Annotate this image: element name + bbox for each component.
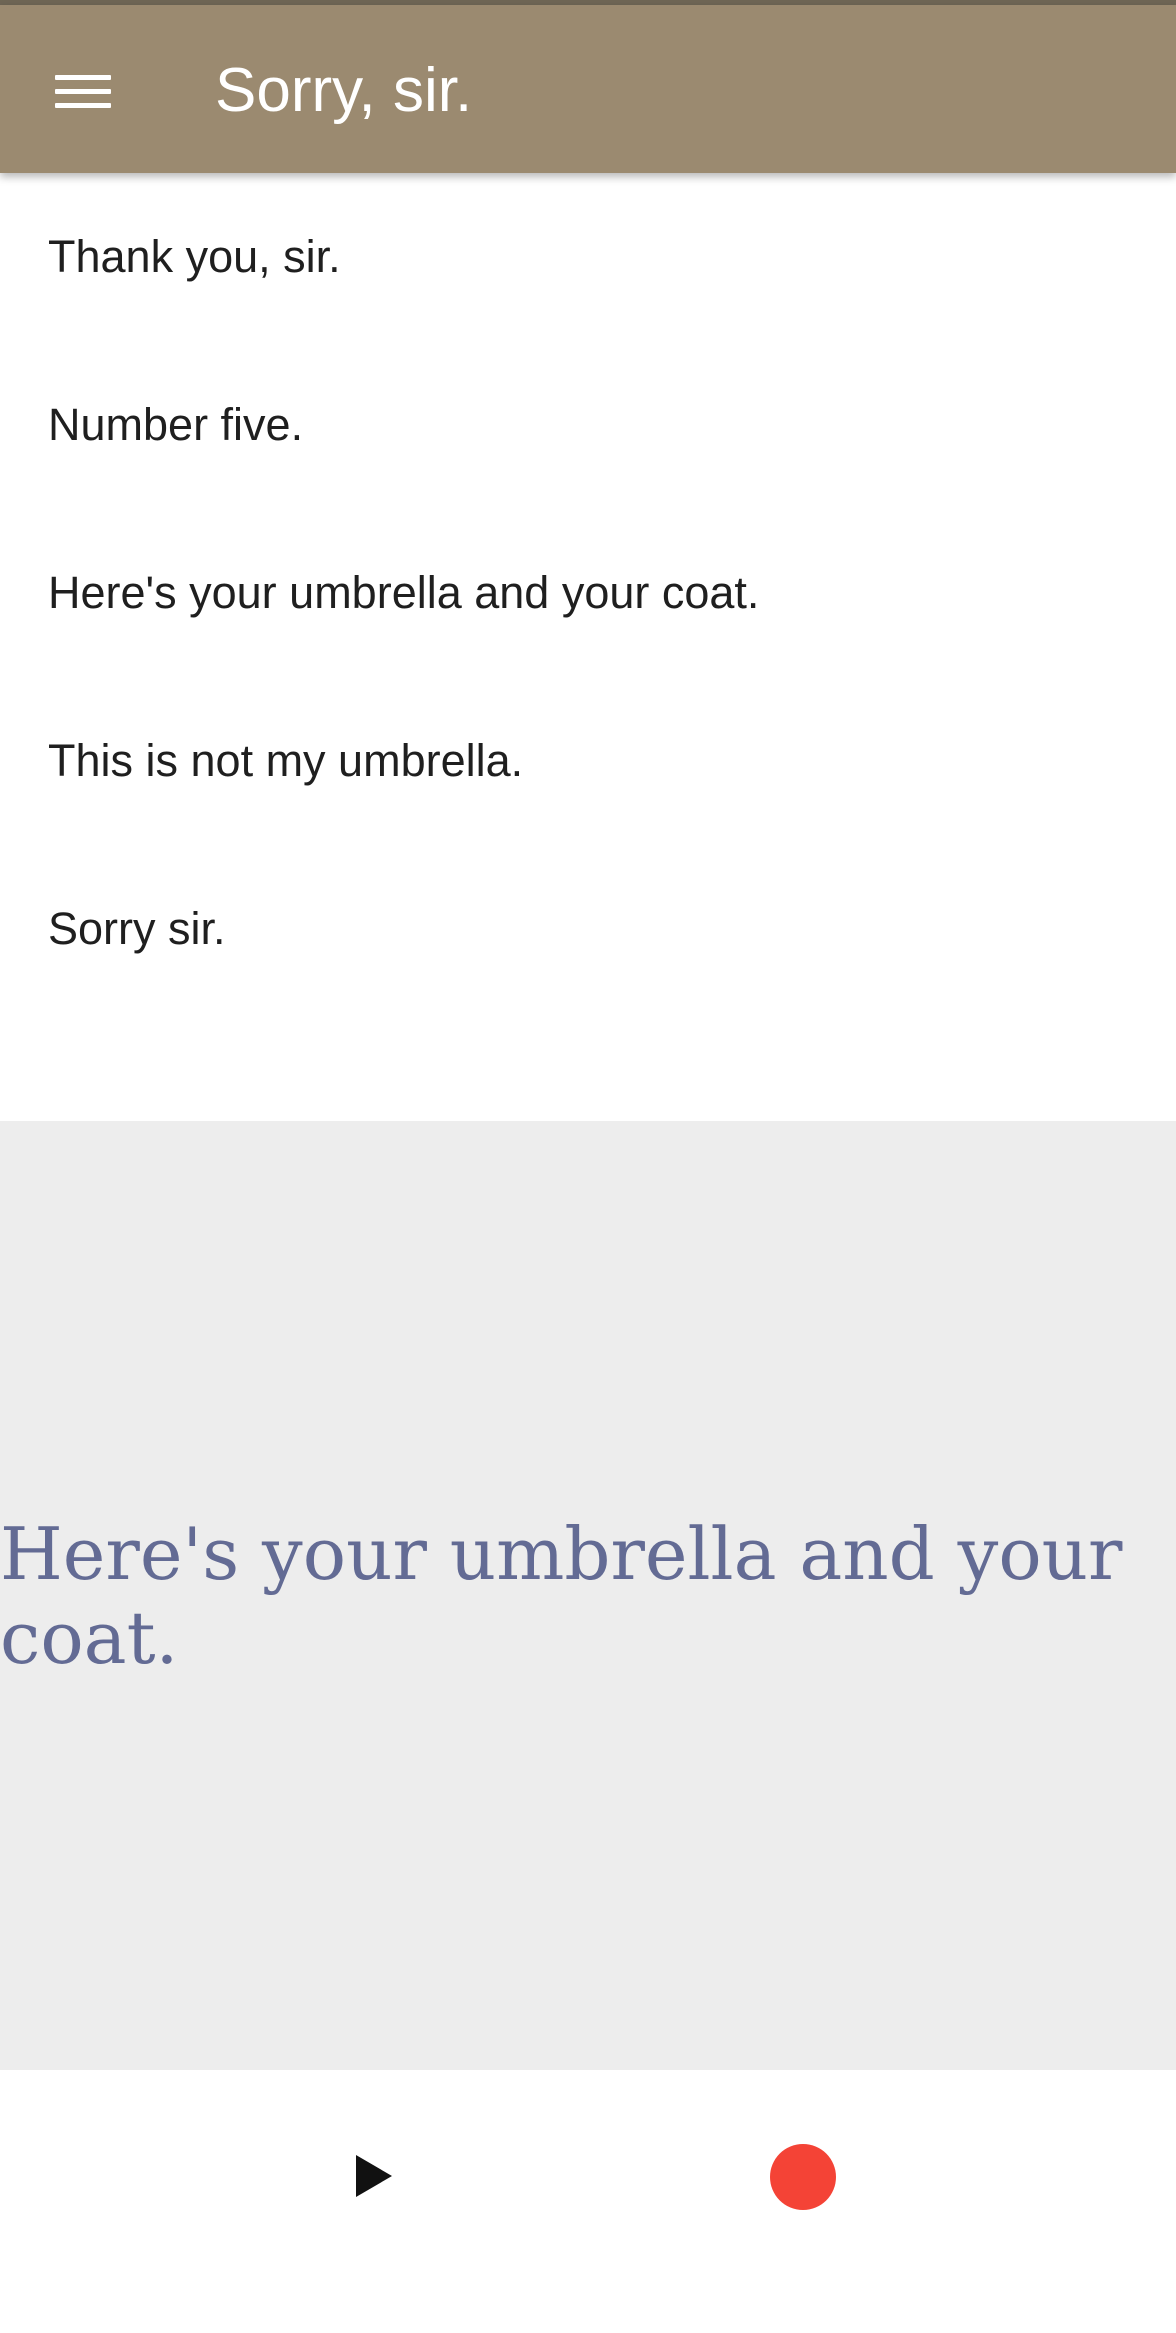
record-button[interactable] xyxy=(770,2144,836,2210)
menu-button[interactable] xyxy=(40,50,126,134)
app-bar: Sorry, sir. xyxy=(0,5,1176,173)
play-button[interactable] xyxy=(330,2134,410,2218)
sentence-item[interactable]: Here's your umbrella and your coat. xyxy=(0,509,1176,677)
sentence-item[interactable]: This is not my umbrella. xyxy=(0,677,1176,845)
sentence-item[interactable]: Number five. xyxy=(0,341,1176,509)
hamburger-menu-icon xyxy=(55,72,111,112)
play-icon xyxy=(356,2155,392,2197)
selected-sentence-text: Here's your umbrella and your coat. xyxy=(0,1511,1123,1680)
page-title: Sorry, sir. xyxy=(215,56,473,125)
sentence-list: Thank you, sir. Number five. Here's your… xyxy=(0,173,1176,1121)
app-screen: Sorry, sir. Thank you, sir. Number five.… xyxy=(0,0,1176,2333)
sentence-display-panel: Here's your umbrella and your coat. xyxy=(0,1121,1176,2070)
sentence-item[interactable]: Sorry sir. xyxy=(0,845,1176,1013)
playback-controls xyxy=(0,2070,1176,2333)
sentence-item[interactable]: Thank you, sir. xyxy=(0,173,1176,341)
